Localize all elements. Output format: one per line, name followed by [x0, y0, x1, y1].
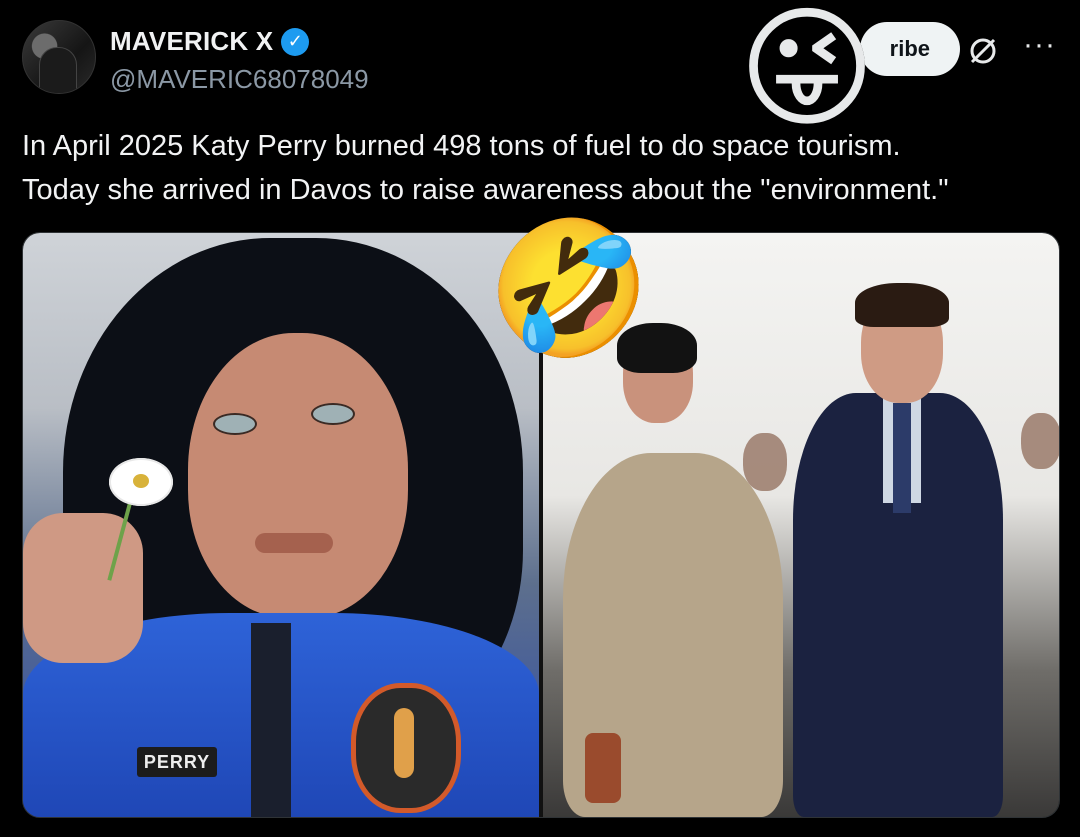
- photo-eye-right: [311, 403, 355, 425]
- photo-hand: [23, 513, 143, 663]
- rolling-laughing-emoji-icon: 🤣: [486, 215, 652, 362]
- photo-lips: [255, 533, 333, 553]
- more-options-icon[interactable]: ···: [1023, 28, 1056, 62]
- photo-nametag: PERRY: [137, 747, 217, 777]
- display-name[interactable]: MAVERICK X: [110, 26, 273, 57]
- photo-flower: [109, 458, 173, 506]
- media-photo-left[interactable]: PERRY: [23, 233, 539, 817]
- author-handle[interactable]: @MAVERIC68078049: [110, 64, 369, 95]
- photo-phone: [585, 733, 621, 803]
- winking-tongue-emoji-icon: 😜: [738, 0, 876, 142]
- photo-eye-left: [213, 413, 257, 435]
- photo-bg-person: [1021, 413, 1059, 469]
- author-name-row: MAVERICK X ✓: [110, 26, 310, 57]
- grok-icon[interactable]: [966, 34, 1000, 68]
- photo-mission-patch: [351, 683, 461, 813]
- post-text-line-2: Today she arrived in Davos to raise awar…: [22, 174, 949, 206]
- post-header: MAVERICK X ✓ @MAVERIC68078049 ribe ···: [22, 20, 1058, 100]
- avatar-silhouette: [39, 47, 77, 93]
- photo-man-tie: [893, 403, 911, 513]
- post-text: In April 2025 Katy Perry burned 498 tons…: [22, 124, 1052, 212]
- photo-face: [188, 333, 408, 618]
- avatar[interactable]: [22, 20, 96, 94]
- verified-badge-icon: ✓: [281, 27, 310, 56]
- photo-suit-zip: [251, 623, 291, 817]
- photo-bg-person: [743, 433, 787, 491]
- photo-man-hair: [855, 283, 949, 327]
- post-text-line-1: In April 2025 Katy Perry burned 498 tons…: [22, 130, 901, 162]
